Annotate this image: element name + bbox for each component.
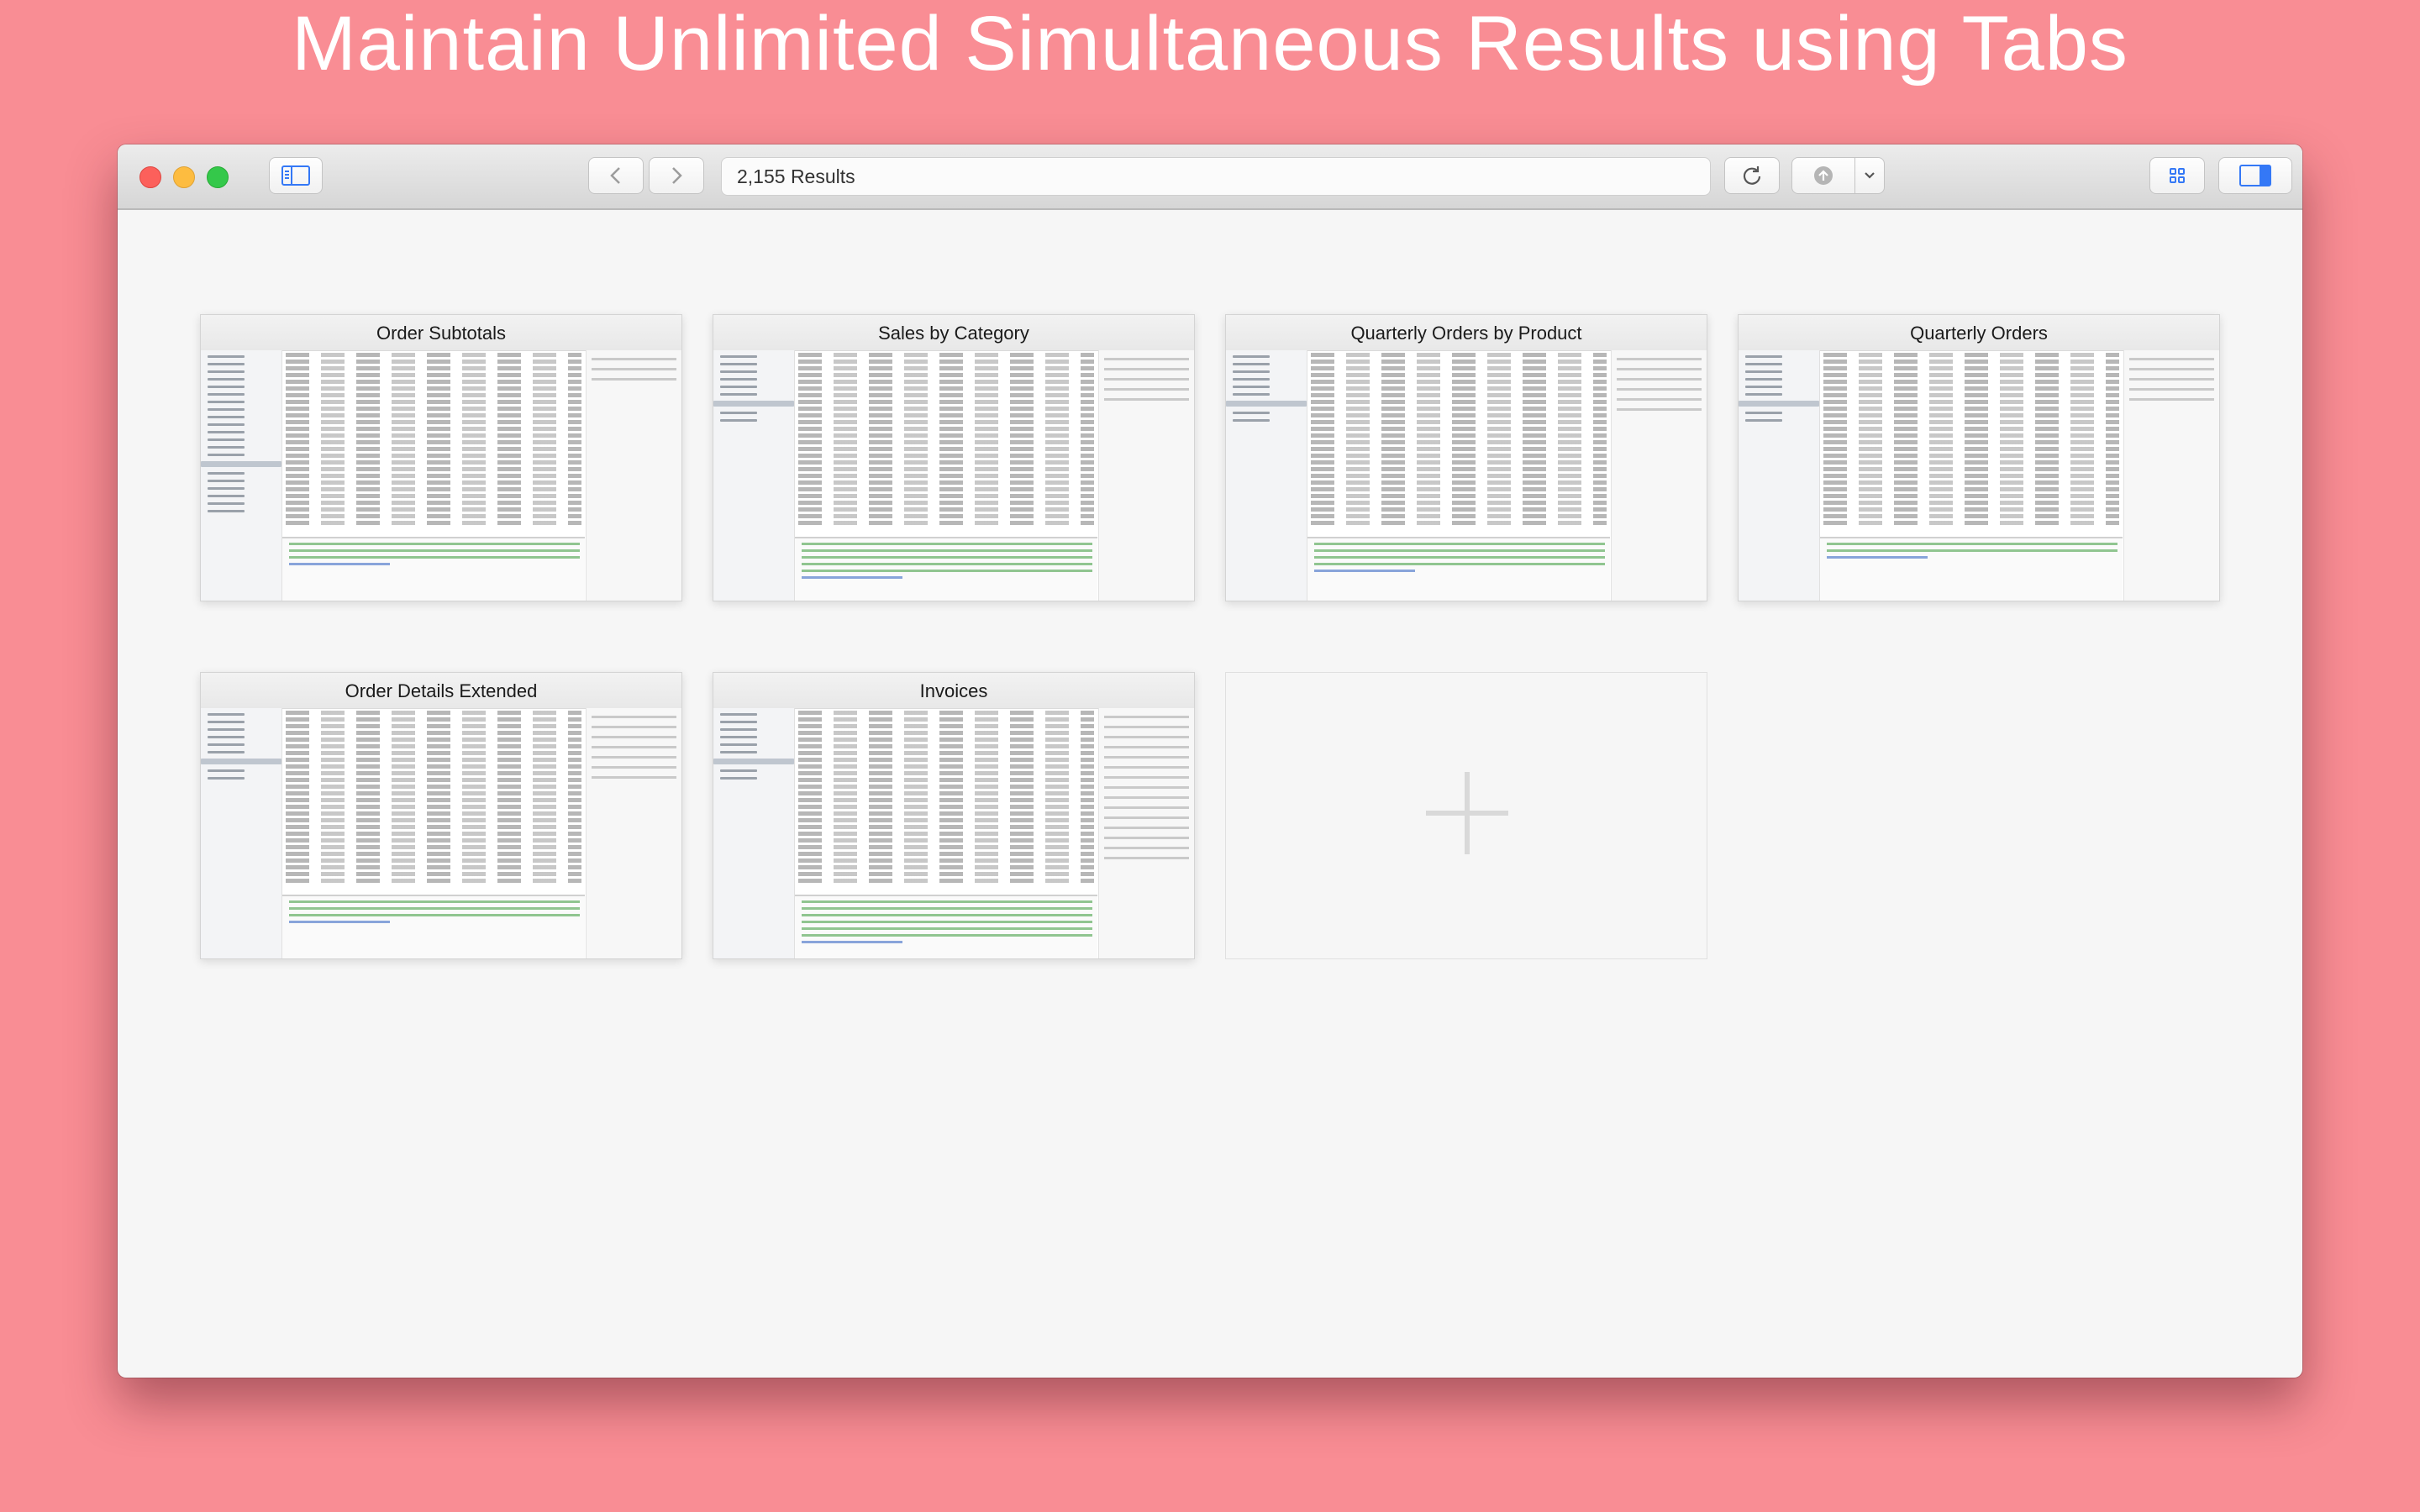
banner-title: Maintain Unlimited Simultaneous Results … [292, 1, 2128, 87]
tab-invoices[interactable]: Invoices [713, 672, 1195, 959]
tab-title: Sales by Category [713, 315, 1194, 351]
minimize-window-button[interactable] [173, 166, 195, 188]
back-button[interactable] [588, 157, 644, 194]
tab-thumbnail [1226, 350, 1707, 601]
tab-title: Order Subtotals [201, 315, 681, 351]
dropdown-chevron-icon [1865, 172, 1875, 179]
sidebar-toggle-button[interactable] [269, 157, 323, 194]
tab-title: Quarterly Orders by Product [1226, 315, 1707, 351]
inspector-toggle-button[interactable] [2218, 157, 2292, 194]
tab-overview-button[interactable] [2149, 157, 2205, 194]
forward-button[interactable] [649, 157, 704, 194]
tab-thumbnail [1739, 350, 2219, 601]
tab-title: Quarterly Orders [1739, 315, 2219, 351]
tab-quarterly-orders-by-product[interactable]: Quarterly Orders by Product [1225, 314, 1707, 601]
toolbar: 2,155 Results [118, 144, 2302, 210]
forward-arrow-icon [672, 167, 682, 184]
back-arrow-icon [610, 167, 620, 184]
tab-overview-icon [2170, 168, 2185, 183]
tab-sales-by-category[interactable]: Sales by Category [713, 314, 1195, 601]
tab-thumbnail [713, 350, 1194, 601]
tab-order-subtotals[interactable]: Order Subtotals [200, 314, 682, 601]
tab-quarterly-orders[interactable]: Quarterly Orders [1738, 314, 2220, 601]
share-icon [1814, 166, 1833, 185]
tab-overview-grid: Order Subtotals Sales by Category Quarte… [118, 210, 2302, 1378]
share-dropdown-button[interactable] [1854, 157, 1885, 194]
share-button[interactable] [1791, 157, 1855, 194]
new-tab-button[interactable] [1225, 672, 1707, 959]
inspector-toggle-icon [2239, 165, 2271, 186]
zoom-window-button[interactable] [207, 166, 229, 188]
sidebar-toggle-icon [281, 165, 310, 186]
close-window-button[interactable] [139, 166, 161, 188]
tab-thumbnail [201, 708, 681, 958]
reload-icon [1743, 166, 1761, 185]
tab-thumbnail [201, 350, 681, 601]
results-address-bar[interactable]: 2,155 Results [721, 157, 1711, 196]
tab-title: Order Details Extended [201, 673, 681, 709]
tab-title: Invoices [713, 673, 1194, 709]
app-window: 2,155 Results Order Subtotals Sales by C… [118, 144, 2302, 1378]
reload-button[interactable] [1724, 157, 1780, 194]
tab-order-details-extended[interactable]: Order Details Extended [200, 672, 682, 959]
tab-thumbnail [713, 708, 1194, 958]
